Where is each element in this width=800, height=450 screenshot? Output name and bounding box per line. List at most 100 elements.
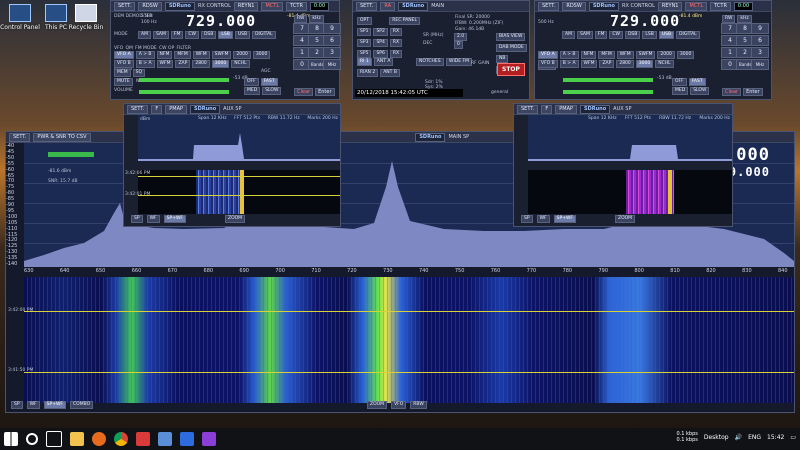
volume-icon[interactable]: 🔊 (735, 434, 742, 441)
sr-value[interactable]: 2.0 (454, 33, 468, 41)
mode-lsb[interactable]: LSB (642, 31, 657, 39)
squelch-bar[interactable] (563, 78, 653, 82)
sp1-button[interactable]: SP1 (357, 28, 372, 36)
sp-wf-button[interactable]: SP+WF (43, 401, 67, 409)
nchl-button-2[interactable]: NCHL (655, 60, 674, 68)
step-value[interactable]: 100 Hz (141, 20, 157, 25)
notification-icon[interactable]: ▭ (790, 434, 796, 441)
notches-button[interactable]: NOTCHES (416, 58, 444, 66)
sp3-button[interactable]: SP3 (357, 39, 372, 47)
squelch-bar[interactable] (139, 78, 229, 82)
mode-usb[interactable]: USB (234, 31, 251, 39)
app-icon[interactable] (202, 432, 216, 446)
rx-button-1[interactable]: RX (389, 28, 403, 36)
pwr-snr-csv-button[interactable]: PWR & SNR TO CSV (33, 132, 91, 142)
step-value[interactable]: 500 Hz (538, 20, 554, 25)
khz-button[interactable]: kHz (309, 15, 324, 23)
rw-button[interactable]: RW (722, 15, 736, 23)
sett-button[interactable]: SETT. (9, 132, 31, 142)
mhz-button[interactable]: MHz (323, 59, 341, 70)
desktop-icon-recycle-bin[interactable]: Recycle Bin (66, 4, 106, 31)
clock[interactable]: 15:42 (767, 434, 784, 441)
pmap-button[interactable]: PMAP (165, 104, 188, 114)
sp-wf-button[interactable]: SP+WF (553, 215, 577, 223)
reyn1-button[interactable]: REYN1 (657, 1, 683, 11)
zap-button[interactable]: ZAP (599, 60, 615, 68)
rian2-button[interactable]: RIAN 2 (357, 69, 379, 77)
bias-view-button[interactable]: BIAS VIEW (496, 33, 526, 41)
enter-button[interactable]: Enter (743, 88, 763, 96)
mode-fm[interactable]: FM (170, 31, 184, 39)
rw-button[interactable]: RW (294, 15, 308, 23)
filter-2800-button[interactable]: 2800 (616, 60, 634, 68)
main-waterfall[interactable] (24, 277, 794, 403)
sett-button[interactable]: SETT. (356, 1, 378, 11)
desktop-toolbar[interactable]: Desktop (704, 434, 729, 441)
zoom-button[interactable]: ZOOM (367, 401, 388, 409)
agc-slow-button[interactable]: SLOW (262, 87, 282, 95)
mode-usb[interactable]: USB (658, 31, 675, 39)
wf-button[interactable]: WF (536, 215, 550, 223)
app-icon[interactable] (180, 432, 194, 446)
enter-button[interactable]: Enter (315, 88, 335, 96)
vfo-button[interactable]: VFO (391, 401, 407, 409)
opt-button[interactable]: OPT (357, 17, 373, 25)
key-6[interactable]: 6 (751, 35, 769, 46)
b-to-a-button[interactable]: B > A (559, 60, 579, 68)
dec-value[interactable]: 0 (454, 41, 463, 49)
mode-fm[interactable]: FM (594, 31, 608, 39)
app-icon[interactable] (158, 432, 172, 446)
sett-button[interactable]: SETT. (114, 1, 136, 11)
rec-panel-button[interactable]: REC PANEL (389, 17, 421, 25)
file-explorer-icon[interactable] (70, 432, 84, 446)
search-icon[interactable] (26, 433, 38, 445)
ant-a-button[interactable]: ANT A (373, 58, 394, 66)
volume-slider[interactable] (139, 90, 229, 94)
key-9[interactable]: 9 (751, 23, 769, 34)
clear-button[interactable]: Clear (722, 88, 742, 96)
rdsw-button[interactable]: RDSW (562, 1, 586, 11)
agc-med-button[interactable]: MED (244, 87, 261, 95)
rdsw-button[interactable]: RDSW (138, 1, 162, 11)
mctl-button[interactable]: MCTL (261, 1, 284, 11)
ri1-button[interactable]: RI 1 (357, 58, 372, 66)
wfm-button-2[interactable]: WFM (156, 60, 174, 68)
stop-button[interactable]: STOP (497, 63, 525, 76)
filter-3000-button-2[interactable]: 3000 (635, 60, 654, 68)
filter-3000-button-2[interactable]: 3000 (211, 60, 230, 68)
mode-sam[interactable]: SAM (576, 31, 593, 39)
zoom-button[interactable]: ZOOM (225, 215, 246, 223)
aux-left-waterfall[interactable] (138, 170, 340, 214)
mute-button[interactable]: MUTE (114, 78, 133, 86)
rx-button-2[interactable]: RX (389, 39, 403, 47)
mode-am[interactable]: AM (138, 31, 151, 39)
mode-dsb[interactable]: DSB (200, 31, 217, 39)
mctl-button[interactable]: MCTL (685, 1, 708, 11)
nchl-button-2[interactable]: NCHL (231, 60, 250, 68)
wide-fm-button[interactable]: WIDE FM (446, 58, 472, 66)
f-button[interactable]: F (151, 104, 163, 114)
zoom-button[interactable]: ZOOM (615, 215, 636, 223)
mode-am[interactable]: AM (562, 31, 575, 39)
ant-b-button[interactable]: ANT B (380, 69, 400, 77)
mode-digital[interactable]: DIGITAL (676, 31, 700, 39)
tctr-button[interactable]: TCTR (286, 1, 307, 11)
chrome-icon[interactable] (114, 432, 128, 446)
mode-dsb[interactable]: DSB (624, 31, 641, 39)
vfo-frequency[interactable]: 729.000 (186, 12, 256, 30)
sp2-button[interactable]: SP2 (373, 28, 388, 36)
key-3[interactable]: 3 (751, 47, 769, 58)
agc-med-button[interactable]: MED (672, 87, 689, 95)
nb-button[interactable]: NB (496, 55, 509, 63)
ra-button[interactable]: RA (380, 1, 396, 11)
filter-2800-button[interactable]: 2800 (192, 60, 210, 68)
key-3[interactable]: 3 (323, 47, 341, 58)
agc-slow-button[interactable]: SLOW (690, 87, 710, 95)
desktop-icon-control-panel[interactable]: Control Panel (0, 4, 40, 31)
app-icon[interactable] (136, 432, 150, 446)
volume-slider[interactable] (563, 90, 653, 94)
dab-mode-button[interactable]: DAB MODE (496, 44, 527, 52)
mode-cw[interactable]: CW (609, 31, 623, 39)
mode-sam[interactable]: SAM (152, 31, 169, 39)
sp-wf-button[interactable]: SP+WF (163, 215, 187, 223)
